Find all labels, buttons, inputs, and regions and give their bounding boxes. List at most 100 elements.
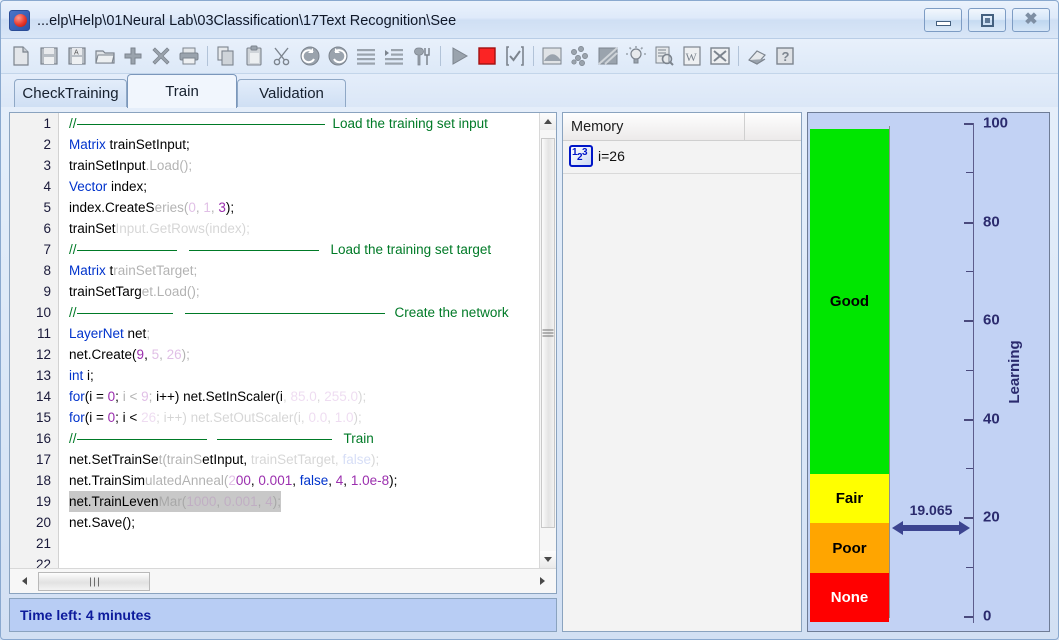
arrow-right-icon [959,521,970,535]
memory-row[interactable]: 123 i=26 [563,141,801,171]
axis-title: Learning [1005,340,1023,404]
code-text-area[interactable]: //Load the training set input Matrix trai… [60,113,538,568]
axis-tick-major [964,320,973,323]
axis-tick-label: 20 [983,508,1000,526]
code-line: trainSetInput.Load(); [69,158,193,173]
scroll-grip-icon [88,577,100,586]
quality-band-bar: None Poor Fair Good [810,126,890,622]
help-icon[interactable]: ? [771,42,799,70]
axis-tick-label: 40 [983,410,1000,428]
chart-icon[interactable] [538,42,566,70]
minimize-icon [936,21,951,26]
band-good: Good [810,129,889,475]
separator-3 [529,45,538,67]
image-icon[interactable] [594,42,622,70]
line-number: 20 [35,515,51,530]
band-fair: Fair [810,474,889,524]
minimize-button[interactable] [924,8,962,32]
tools-icon[interactable] [408,42,436,70]
learning-axis: 0 20 40 60 80 100 [964,115,1008,625]
line-number: 18 [35,473,51,488]
band-none: None [810,572,889,622]
redo-icon[interactable] [324,42,352,70]
line-number: 14 [35,389,51,404]
maximize-button[interactable] [968,8,1006,32]
tab-label: Validation [259,85,324,102]
band-poor: Poor [810,523,889,573]
axis-tick-label: 0 [983,607,992,625]
separator-1 [203,45,212,67]
eraser-icon[interactable] [743,42,771,70]
close-icon: ✖ [1024,11,1038,28]
indent-icon[interactable] [380,42,408,70]
axis-tick-major [964,616,973,618]
code-line: //Create the network [69,305,509,320]
save-as-icon[interactable]: A [63,42,91,70]
code-line: LayerNet net; [69,326,151,341]
editor-horizontal-scrollbar[interactable] [10,568,556,593]
code-line: Matrix trainSetTarget; [69,263,198,278]
new-file-icon[interactable] [7,42,35,70]
line-number: 22 [35,557,51,568]
band-label: None [830,588,869,606]
integer-variable-icon: 123 [569,145,593,167]
format-lines-icon[interactable] [352,42,380,70]
scroll-down-arrow[interactable] [540,551,556,568]
maximize-icon [981,14,994,27]
preview-icon[interactable] [650,42,678,70]
app-logo-icon [9,10,30,31]
line-number: 11 [36,326,51,341]
vertical-scroll-thumb[interactable] [541,138,555,528]
paste-icon[interactable] [240,42,268,70]
tab-label: Train [165,83,199,100]
line-number: 3 [43,158,51,173]
open-folder-icon[interactable] [91,42,119,70]
axis-tick-minor [966,468,973,470]
scroll-left-arrow[interactable] [12,569,36,593]
window-controls: ✖ [924,8,1050,32]
tab-train[interactable]: Train [127,74,237,108]
save-icon[interactable] [35,42,63,70]
axis-tick-minor [966,270,973,272]
status-text: Time left: 4 minutes [20,607,152,623]
close-button[interactable]: ✖ [1012,8,1050,32]
line-number: 9 [43,284,51,299]
editor-vertical-scrollbar[interactable] [539,113,556,568]
run-icon[interactable] [445,42,473,70]
copy-icon[interactable] [212,42,240,70]
tab-validation[interactable]: Validation [237,79,346,107]
band-label: Poor [832,539,867,557]
print-icon[interactable] [175,42,203,70]
horizontal-scroll-thumb[interactable] [38,572,150,591]
cut-icon[interactable] [268,42,296,70]
axis-tick-major [964,418,973,421]
stop-icon[interactable] [473,42,501,70]
line-number: 13 [35,368,51,383]
undo-icon[interactable] [296,42,324,70]
separator-4 [734,45,743,67]
main-toolbar: A W? [1,39,1058,74]
export-excel-icon[interactable] [706,42,734,70]
code-editor-panel[interactable]: 1 2 3 4 5 6 7 8 9 10 11 12 13 14 15 16 17 18 19 20 21 22 //Lo… [9,112,557,594]
marker-shaft [901,525,961,531]
tab-checktraining[interactable]: CheckTraining [14,79,127,107]
delete-icon[interactable] [147,42,175,70]
line-number: 2 [43,137,51,152]
scroll-up-arrow[interactable] [540,113,556,130]
idea-icon[interactable] [622,42,650,70]
code-line: int i; [69,368,94,383]
add-icon[interactable] [119,42,147,70]
check-icon[interactable] [501,42,529,70]
line-number: 21 [35,536,51,551]
line-number: 16 [35,431,51,446]
line-number: 6 [43,221,51,236]
export-word-icon[interactable]: W [678,42,706,70]
svg-text:A: A [74,50,79,57]
line-number: 15 [35,410,51,425]
scatter-icon[interactable] [566,42,594,70]
scroll-right-arrow[interactable] [530,569,554,593]
separator-2 [436,45,445,67]
line-number: 19 [35,494,51,509]
line-number: 12 [35,347,51,362]
